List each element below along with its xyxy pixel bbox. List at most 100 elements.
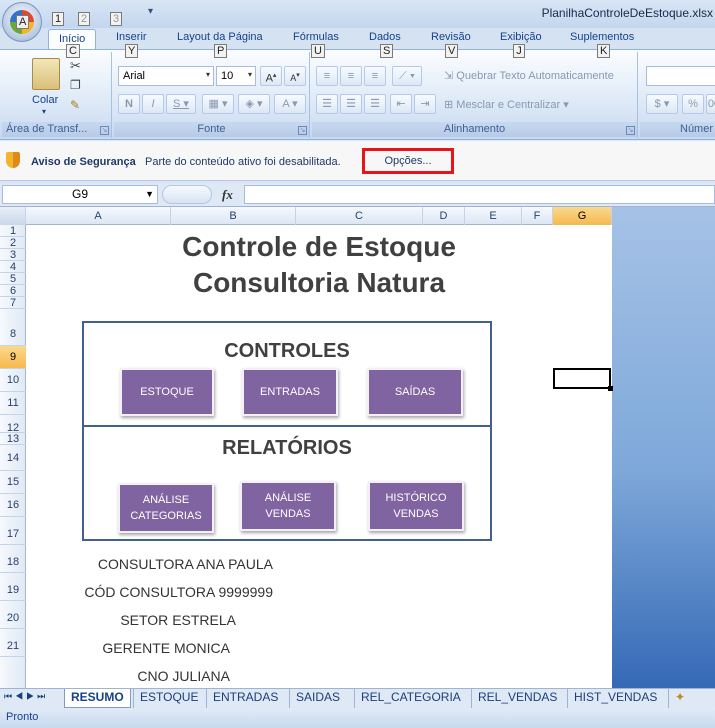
align-right-button[interactable]: ☰: [364, 94, 386, 114]
paste-button[interactable]: Colar: [32, 94, 58, 106]
align-top-button[interactable]: ≡: [316, 66, 338, 86]
sheet-tab-estoque[interactable]: ESTOQUE: [133, 689, 204, 708]
shrink-font-button[interactable]: A▾: [284, 66, 306, 86]
bold-button[interactable]: N: [118, 94, 140, 114]
historico-vendas-button[interactable]: HISTÓRICO VENDAS: [368, 481, 464, 531]
historico-vendas-label-2: VENDAS: [393, 508, 439, 520]
active-cell-g9[interactable]: [553, 368, 611, 389]
row-header-10[interactable]: 10: [0, 369, 26, 392]
row-header-11[interactable]: 11: [0, 392, 26, 415]
grow-font-button[interactable]: A▴: [260, 66, 282, 86]
keytip-inserir: Y: [125, 44, 139, 58]
column-header-b[interactable]: B: [171, 207, 296, 225]
row-header-19[interactable]: 19: [0, 573, 26, 601]
orientation-button[interactable]: ⟋ ▾: [392, 66, 422, 86]
row-header-2[interactable]: 2: [0, 237, 26, 249]
clipboard-launcher-icon[interactable]: ↘: [100, 126, 109, 135]
currency-button[interactable]: $ ▾: [646, 94, 678, 114]
font-size-combo[interactable]: 10 ▾: [216, 66, 256, 86]
sheet-tab-hist-vendas[interactable]: HIST_VENDAS: [567, 689, 663, 708]
row-header-17[interactable]: 17: [0, 517, 26, 545]
paste-dropdown-icon[interactable]: ▾: [42, 107, 46, 116]
row-header-13[interactable]: 13: [0, 433, 26, 445]
row-header-4[interactable]: 4: [0, 261, 26, 273]
row-header-16[interactable]: 16: [0, 494, 26, 517]
tab-formulas[interactable]: Fórmulas: [293, 31, 339, 43]
navigation-panel: CONTROLES ESTOQUE ENTRADAS SAÍDAS RELATÓ…: [82, 321, 492, 541]
customize-qat-icon[interactable]: ▾: [148, 6, 153, 17]
tab-revisao[interactable]: Revisão: [431, 31, 471, 43]
sheet-tab-resumo[interactable]: RESUMO: [64, 689, 131, 708]
row-header-9[interactable]: 9: [0, 346, 26, 369]
align-bottom-button[interactable]: ≡: [364, 66, 386, 86]
row-header-7[interactable]: 7: [0, 297, 26, 309]
sheet-nav-arrows-icon[interactable]: ⏮◀▶⏭: [4, 691, 48, 702]
row-header-20[interactable]: 20: [0, 601, 26, 629]
wrap-text-button[interactable]: ⇲ Quebrar Texto Automaticamente: [444, 69, 614, 82]
sheet-tab-rel-categoria[interactable]: REL_CATEGORIA: [354, 689, 467, 708]
row-header-6[interactable]: 6: [0, 285, 26, 297]
percent-button[interactable]: %: [682, 94, 704, 114]
tab-suplementos[interactable]: Suplementos: [570, 31, 634, 43]
number-format-combo[interactable]: [646, 66, 715, 86]
increase-indent-button[interactable]: ⇥: [414, 94, 436, 114]
formula-splitter[interactable]: [162, 185, 212, 204]
font-name-combo[interactable]: Arial ▾: [118, 66, 214, 86]
italic-button[interactable]: I: [142, 94, 164, 114]
analise-vendas-button[interactable]: ANÁLISE VENDAS: [240, 481, 336, 531]
copy-icon[interactable]: ❐: [70, 78, 81, 92]
decrease-indent-button[interactable]: ⇤: [390, 94, 412, 114]
column-header-c[interactable]: C: [296, 207, 423, 225]
merge-center-button[interactable]: ⊞ Mesclar e Centralizar ▾: [444, 98, 569, 111]
borders-button[interactable]: ▦ ▾: [202, 94, 234, 114]
title-bar: 1 2 3 ▾ PlanilhaControleDeEstoque.xlsx: [0, 0, 715, 28]
sheet-tab-entradas[interactable]: ENTRADAS: [206, 689, 284, 708]
select-all-button[interactable]: [0, 207, 26, 225]
name-box-value: G9: [71, 187, 88, 201]
insert-function-icon[interactable]: fx: [222, 187, 233, 203]
paste-icon[interactable]: [32, 58, 60, 90]
estoque-button[interactable]: ESTOQUE: [120, 368, 214, 416]
comma-style-button[interactable]: 000: [706, 94, 715, 114]
font-color-button[interactable]: A ▾: [274, 94, 306, 114]
tab-layout-da-pagina[interactable]: Layout da Página: [177, 31, 263, 43]
row-header-18[interactable]: 18: [0, 545, 26, 573]
format-painter-icon[interactable]: ✎: [70, 98, 80, 112]
row-header-12[interactable]: 12: [0, 415, 26, 434]
tab-exibicao[interactable]: Exibição: [500, 31, 542, 43]
row-header-8[interactable]: 8: [0, 309, 26, 346]
office-button[interactable]: A: [2, 2, 42, 42]
font-launcher-icon[interactable]: ↘: [298, 126, 307, 135]
row-header-15[interactable]: 15: [0, 471, 26, 494]
insert-sheet-icon[interactable]: ✦: [668, 689, 691, 708]
column-header-d[interactable]: D: [423, 207, 465, 225]
row-header-5[interactable]: 5: [0, 273, 26, 285]
fill-color-button[interactable]: ◈ ▾: [238, 94, 270, 114]
column-header-g[interactable]: G: [553, 207, 612, 225]
row-header-21[interactable]: 21: [0, 629, 26, 657]
name-box[interactable]: G9 ▼: [2, 185, 158, 204]
fill-handle[interactable]: [608, 386, 613, 391]
alignment-launcher-icon[interactable]: ↘: [626, 126, 635, 135]
column-header-a[interactable]: A: [26, 207, 171, 225]
underline-button[interactable]: S ▾: [166, 94, 196, 114]
tab-dados[interactable]: Dados: [369, 31, 401, 43]
column-header-f[interactable]: F: [522, 207, 553, 225]
row-header-3[interactable]: 3: [0, 249, 26, 261]
saidas-button[interactable]: SAÍDAS: [367, 368, 463, 416]
entradas-button[interactable]: ENTRADAS: [242, 368, 338, 416]
options-button[interactable]: Opções...: [362, 148, 454, 174]
align-middle-button[interactable]: ≡: [340, 66, 362, 86]
column-header-e[interactable]: E: [465, 207, 522, 225]
cut-icon[interactable]: ✂: [70, 58, 81, 74]
align-left-button[interactable]: ☰: [316, 94, 338, 114]
sheet-tab-rel-vendas[interactable]: REL_VENDAS: [471, 689, 563, 708]
tab-inserir[interactable]: Inserir: [116, 31, 147, 43]
formula-input[interactable]: [244, 185, 715, 204]
sheet-tab-saidas[interactable]: SAIDAS: [289, 689, 346, 708]
analise-categorias-button[interactable]: ANÁLISE CATEGORIAS: [118, 483, 214, 533]
wrap-text-label: Quebrar Texto Automaticamente: [456, 70, 614, 82]
row-header-1[interactable]: 1: [0, 225, 26, 237]
align-center-button[interactable]: ☰: [340, 94, 362, 114]
row-header-14[interactable]: 14: [0, 445, 26, 471]
